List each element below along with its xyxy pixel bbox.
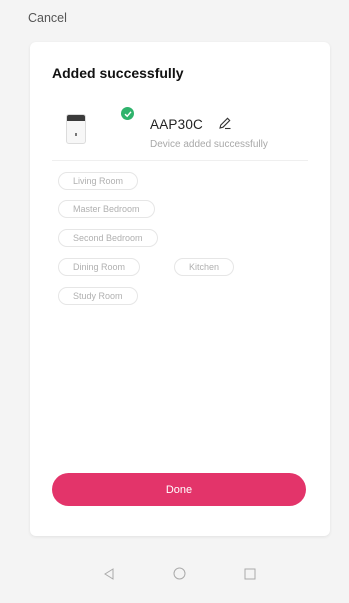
- recents-icon[interactable]: [244, 567, 256, 585]
- cancel-button[interactable]: Cancel: [28, 11, 67, 25]
- edit-icon[interactable]: [218, 116, 232, 135]
- system-nav-bar: [0, 552, 349, 603]
- room-chip-kitchen[interactable]: Kitchen: [174, 258, 235, 276]
- device-status: Device added successfully: [150, 139, 268, 150]
- divider: [52, 160, 308, 161]
- room-chip-dining-room[interactable]: Dining Room: [58, 258, 141, 276]
- back-icon[interactable]: [103, 567, 115, 585]
- room-chip-living-room[interactable]: Living Room: [58, 172, 139, 190]
- room-chip-second-bedroom[interactable]: Second Bedroom: [58, 229, 158, 247]
- done-button[interactable]: Done: [52, 473, 306, 506]
- success-card: Added successfully AAP30C Device added s…: [30, 42, 330, 536]
- check-icon: [121, 107, 134, 120]
- device-row: AAP30C Device added successfully: [66, 107, 316, 156]
- room-chip-study-room[interactable]: Study Room: [58, 287, 138, 305]
- home-icon[interactable]: [173, 567, 186, 585]
- card-title: Added successfully: [52, 65, 184, 81]
- device-name: AAP30C: [150, 117, 203, 132]
- room-chip-master-bedroom[interactable]: Master Bedroom: [58, 200, 155, 218]
- air-purifier-icon: [66, 114, 86, 144]
